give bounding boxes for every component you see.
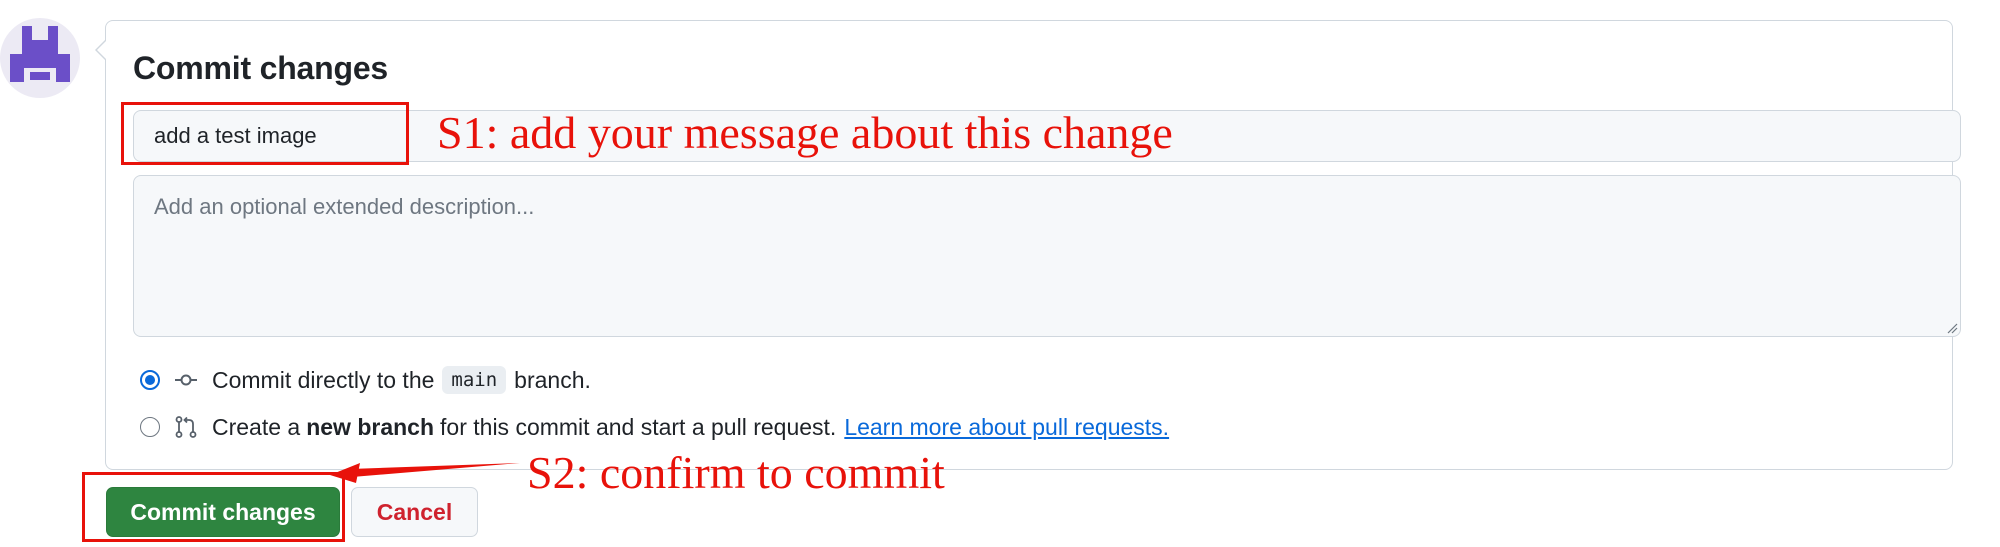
page-title: Commit changes bbox=[133, 50, 389, 86]
annotation-arrow-icon bbox=[330, 463, 520, 483]
learn-more-link[interactable]: Learn more about pull requests. bbox=[844, 414, 1169, 441]
extended-description-textarea[interactable] bbox=[133, 175, 1961, 337]
git-pull-request-icon bbox=[174, 415, 198, 439]
radio-commit-directly[interactable] bbox=[140, 370, 160, 390]
radio-new-branch[interactable] bbox=[140, 417, 160, 437]
commit-changes-button[interactable]: Commit changes bbox=[106, 487, 340, 537]
card-caret-fill bbox=[97, 41, 106, 59]
git-commit-icon bbox=[174, 368, 198, 392]
identicon-icon bbox=[10, 26, 70, 82]
option-text: for this commit and start a pull request… bbox=[440, 413, 837, 440]
annotation-step2: S2: confirm to commit bbox=[527, 447, 945, 498]
branch-name: main bbox=[442, 366, 507, 394]
option-new-branch[interactable]: Create a new branch for this commit and … bbox=[140, 410, 1169, 444]
option-text: Commit directly to the bbox=[212, 366, 435, 393]
option-text: Create a bbox=[212, 413, 301, 440]
annotation-step1: S1: add your message about this change bbox=[437, 107, 1173, 158]
option-commit-directly[interactable]: Commit directly to the main branch. bbox=[140, 363, 591, 397]
resize-grip-icon[interactable] bbox=[1946, 322, 1958, 334]
option-text: branch. bbox=[514, 366, 591, 393]
option-bold-text: new branch bbox=[306, 413, 435, 440]
avatar[interactable] bbox=[0, 18, 80, 98]
